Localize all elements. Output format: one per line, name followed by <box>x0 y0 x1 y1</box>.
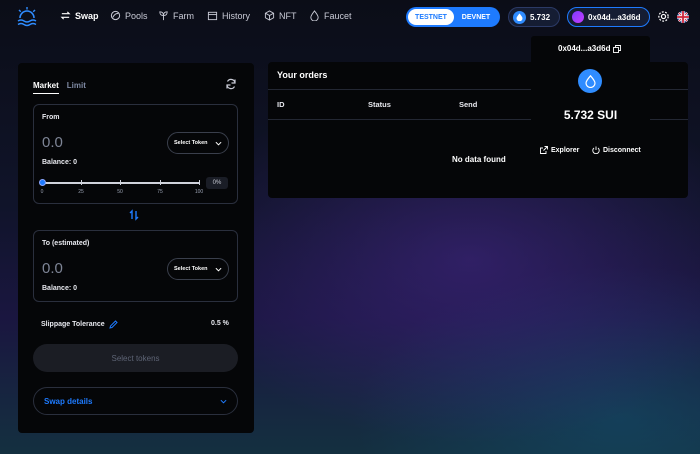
sui-logo-icon <box>578 69 602 93</box>
slider-tick <box>81 180 82 185</box>
slider-tick <box>120 180 121 185</box>
to-amount-input[interactable]: 0.0 <box>42 260 63 277</box>
nav-item-faucet[interactable]: Faucet <box>309 10 352 21</box>
nav-label: History <box>222 10 251 21</box>
switch-direction-icon[interactable] <box>128 209 140 221</box>
column-header-status: Status <box>368 100 391 109</box>
wallet-popup: 0x04d...a3d6d 5.732 SUI Explorer Disconn… <box>531 36 650 175</box>
slider-tick-label: 75 <box>157 189 163 195</box>
sui-icon <box>513 10 526 24</box>
select-token-label: Select Token <box>174 266 208 272</box>
refresh-icon[interactable] <box>225 78 237 90</box>
wallet-balance: 5.732 <box>530 12 551 22</box>
explorer-link[interactable]: Explorer <box>540 146 579 154</box>
wallet-balance-pill[interactable]: 5.732 <box>508 7 560 27</box>
to-label: To (estimated) <box>42 240 90 247</box>
to-select-token-button[interactable]: Select Token <box>167 258 229 280</box>
swap-details-label: Swap details <box>44 396 93 406</box>
chevron-down-icon <box>220 399 227 404</box>
nav-label: Farm <box>173 10 194 21</box>
slippage-label: Slippage Tolerance <box>41 321 105 328</box>
from-amount-input[interactable]: 0.0 <box>42 134 63 151</box>
wallet-address: 0x04d...a3d6d <box>588 12 641 22</box>
slider-tick-label: 100 <box>194 189 204 195</box>
from-token-box: From 0.0 Select Token Balance: 0 0 25 50… <box>33 104 238 204</box>
nav-label: Pools <box>125 10 148 21</box>
testnet-button[interactable]: TESTNET <box>408 9 454 25</box>
wallet-avatar <box>572 11 584 23</box>
swap-details-toggle[interactable]: Swap details <box>33 387 238 415</box>
column-header-send: Send <box>459 100 478 109</box>
network-toggle: TESTNET DEVNET <box>406 7 500 27</box>
slider-tick-label: 50 <box>117 189 123 195</box>
nav-item-farm[interactable]: Farm <box>158 10 194 21</box>
to-balance: Balance: 0 <box>42 285 78 292</box>
empty-state-text: No data found <box>452 155 506 164</box>
order-type-tabs: Market Limit <box>33 81 86 94</box>
nav-item-nft[interactable]: NFT <box>264 10 297 21</box>
farm-icon <box>159 11 168 21</box>
cube-icon <box>264 10 275 21</box>
nav-label: NFT <box>279 10 297 21</box>
popup-address-row: 0x04d...a3d6d <box>558 44 622 53</box>
external-link-icon <box>540 146 548 154</box>
swap-panel: Market Limit From 0.0 Select Token Balan… <box>18 63 254 433</box>
orders-title: Your orders <box>277 70 328 80</box>
slippage-value: 0.5 % <box>211 320 229 327</box>
gear-icon[interactable] <box>657 10 670 23</box>
wallet-address-button[interactable]: 0x04d...a3d6d <box>567 7 650 27</box>
uk-flag-icon[interactable] <box>677 11 689 23</box>
popup-address: 0x04d...a3d6d <box>558 44 611 53</box>
chevron-down-icon <box>215 267 222 272</box>
swap-icon <box>60 11 71 20</box>
slider-tick-label: 25 <box>78 189 84 195</box>
devnet-button[interactable]: DEVNET <box>454 9 498 25</box>
disconnect-label: Disconnect <box>603 146 641 154</box>
select-tokens-button[interactable]: Select tokens <box>33 344 238 372</box>
to-token-box: To (estimated) 0.0 Select Token Balance:… <box>33 230 238 302</box>
tab-market[interactable]: Market <box>33 81 59 94</box>
explorer-label: Explorer <box>551 146 580 154</box>
nav-item-history[interactable]: History <box>207 10 250 21</box>
from-balance: Balance: 0 <box>42 159 78 166</box>
percent-input[interactable]: 0% <box>206 177 228 189</box>
copy-icon[interactable] <box>613 44 622 53</box>
from-select-token-button[interactable]: Select Token <box>167 132 229 154</box>
nav-item-pools[interactable]: Pools <box>110 10 148 21</box>
droplet-icon <box>310 10 319 21</box>
slider-tick <box>199 180 200 185</box>
amount-slider-track[interactable] <box>42 182 200 184</box>
nav-item-swap[interactable]: Swap <box>60 10 99 21</box>
select-token-label: Select Token <box>174 140 208 146</box>
power-icon <box>592 146 600 154</box>
chevron-down-icon <box>215 141 222 146</box>
pools-icon <box>110 10 121 21</box>
slider-tick-label: 0 <box>40 189 44 195</box>
calendar-icon <box>207 11 218 21</box>
from-label: From <box>42 114 60 121</box>
slider-tick <box>160 180 161 185</box>
tab-limit[interactable]: Limit <box>67 81 86 94</box>
nav-label: Swap <box>75 10 99 21</box>
top-nav-bar: Swap Pools Farm History NFT Faucet TESTN… <box>0 0 700 34</box>
slippage-tolerance: Slippage Tolerance <box>41 320 118 329</box>
pencil-icon[interactable] <box>108 320 118 329</box>
amount-slider-handle[interactable] <box>39 179 46 186</box>
disconnect-button[interactable]: Disconnect <box>592 146 641 154</box>
popup-balance: 5.732 SUI <box>563 108 618 122</box>
nav-label: Faucet <box>324 10 352 21</box>
column-header-id: ID <box>277 100 285 109</box>
app-logo-icon[interactable] <box>16 6 38 28</box>
